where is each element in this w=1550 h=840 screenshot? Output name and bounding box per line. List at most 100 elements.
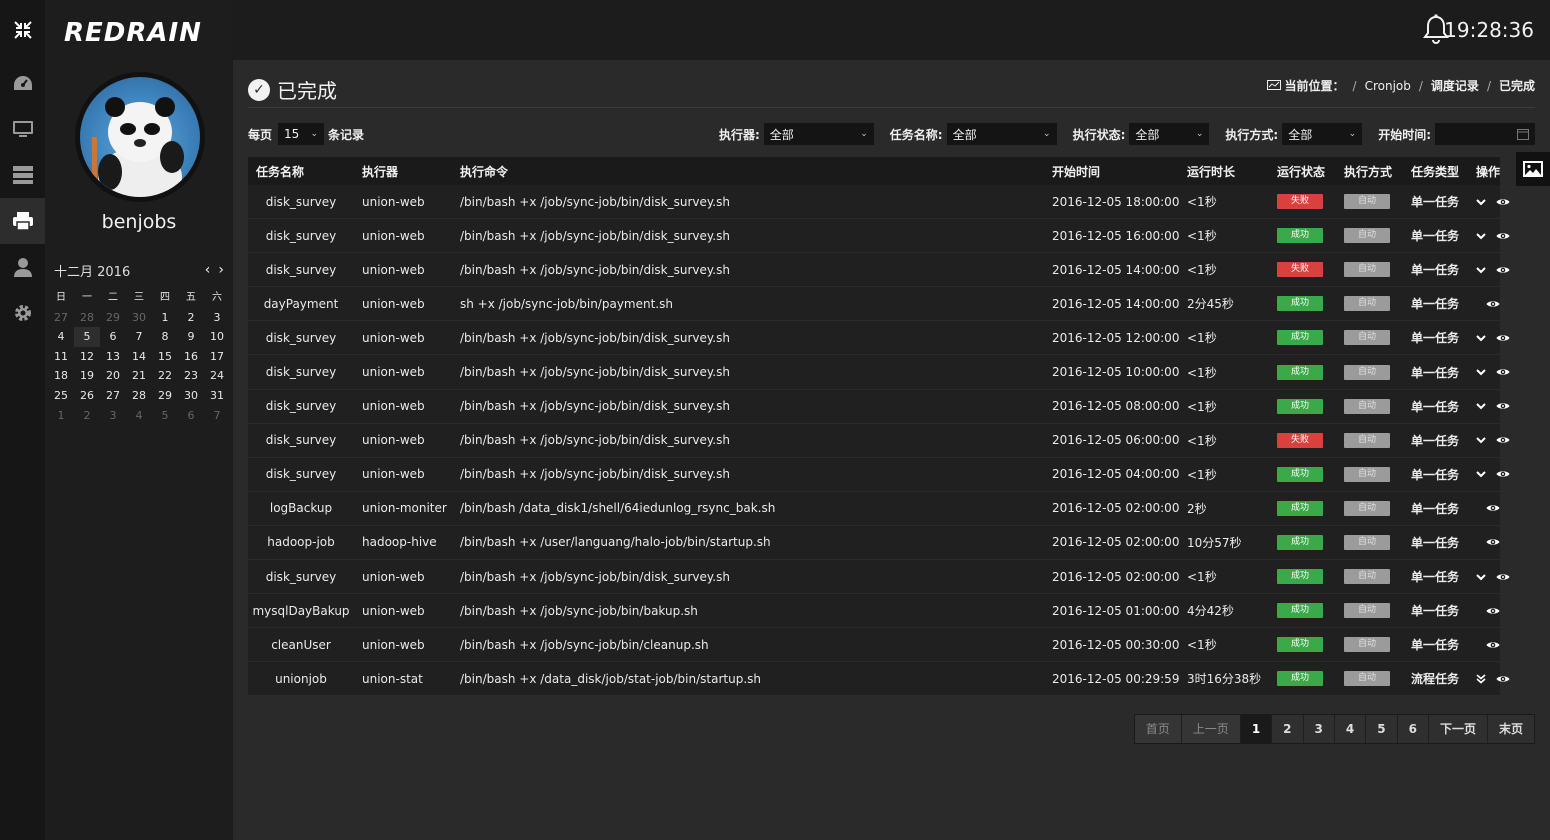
expand-chevron-icon[interactable] bbox=[1476, 232, 1486, 240]
eye-icon[interactable] bbox=[1496, 265, 1510, 275]
calendar-next-icon[interactable]: › bbox=[218, 262, 224, 278]
last-page-button[interactable]: 末页 bbox=[1487, 715, 1534, 743]
calendar-day[interactable]: 4 bbox=[126, 406, 152, 426]
monitor-icon[interactable] bbox=[0, 106, 45, 152]
calendar-day[interactable]: 28 bbox=[126, 386, 152, 406]
page-4-button[interactable]: 4 bbox=[1334, 715, 1367, 743]
calendar-day[interactable]: 19 bbox=[74, 366, 100, 386]
expand-chevron-icon[interactable] bbox=[1476, 573, 1486, 581]
calendar-day[interactable]: 29 bbox=[152, 386, 178, 406]
expand-double-chevron-icon[interactable] bbox=[1476, 674, 1486, 684]
calendar-day[interactable]: 7 bbox=[126, 327, 152, 347]
collapse-menu-icon[interactable] bbox=[0, 0, 45, 60]
calendar-day[interactable]: 1 bbox=[152, 308, 178, 328]
page-6-button[interactable]: 6 bbox=[1397, 715, 1429, 743]
mode-select[interactable]: 全部 ⌄ bbox=[1282, 123, 1363, 145]
status-select[interactable]: 全部 ⌄ bbox=[1129, 123, 1210, 145]
breadcrumb-item-records[interactable]: 调度记录 bbox=[1431, 77, 1479, 94]
eye-icon[interactable] bbox=[1496, 231, 1510, 241]
duration: <1秒 bbox=[1187, 229, 1217, 244]
start-time-input[interactable] bbox=[1435, 123, 1535, 145]
expand-chevron-icon[interactable] bbox=[1476, 198, 1486, 206]
expand-chevron-icon[interactable] bbox=[1476, 334, 1486, 342]
avatar[interactable] bbox=[75, 72, 205, 202]
eye-icon[interactable] bbox=[1496, 469, 1510, 479]
calendar-day[interactable]: 27 bbox=[100, 386, 126, 406]
calendar-day[interactable]: 17 bbox=[204, 347, 230, 367]
expand-chevron-icon[interactable] bbox=[1476, 470, 1486, 478]
job-name-select[interactable]: 全部 ⌄ bbox=[946, 123, 1057, 145]
eye-icon[interactable] bbox=[1486, 640, 1500, 650]
eye-icon[interactable] bbox=[1496, 435, 1510, 445]
calendar-day[interactable]: 1 bbox=[48, 406, 74, 426]
calendar-day[interactable]: 23 bbox=[178, 366, 204, 386]
expand-chevron-icon[interactable] bbox=[1476, 266, 1486, 274]
calendar-day[interactable]: 26 bbox=[74, 386, 100, 406]
filter-bar: 每页 15 ⌄ 条记录 执行器: 全部 ⌄ 任务名称: 全部 ⌄ 执行状态: 全部 ⌄ … bbox=[248, 123, 1535, 145]
job-type: 单一任务 bbox=[1411, 399, 1460, 414]
user-icon[interactable] bbox=[0, 244, 45, 290]
calendar-day[interactable]: 5 bbox=[152, 406, 178, 426]
calendar-day[interactable]: 20 bbox=[100, 366, 126, 386]
server-icon[interactable] bbox=[0, 152, 45, 198]
page-1-button[interactable]: 1 bbox=[1240, 715, 1273, 743]
calendar-day[interactable]: 29 bbox=[100, 308, 126, 328]
calendar-day[interactable]: 30 bbox=[126, 308, 152, 328]
calendar-day[interactable]: 8 bbox=[152, 327, 178, 347]
calendar-day[interactable]: 7 bbox=[204, 406, 230, 426]
eye-icon[interactable] bbox=[1496, 367, 1510, 377]
calendar-day[interactable]: 31 bbox=[204, 386, 230, 406]
calendar-day[interactable]: 9 bbox=[178, 327, 204, 347]
next-page-button[interactable]: 下一页 bbox=[1428, 715, 1488, 743]
calendar-day[interactable]: 3 bbox=[100, 406, 126, 426]
eye-icon[interactable] bbox=[1486, 606, 1500, 616]
calendar-day[interactable]: 15 bbox=[152, 347, 178, 367]
calendar-day[interactable]: 6 bbox=[178, 406, 204, 426]
calendar-day[interactable]: 25 bbox=[48, 386, 74, 406]
dashboard-icon[interactable] bbox=[0, 60, 45, 106]
calendar-day[interactable]: 27 bbox=[48, 308, 74, 328]
calendar-day[interactable]: 14 bbox=[126, 347, 152, 367]
calendar-day[interactable]: 5 bbox=[74, 327, 100, 347]
calendar-day[interactable]: 18 bbox=[48, 366, 74, 386]
eye-icon[interactable] bbox=[1496, 401, 1510, 411]
eye-icon[interactable] bbox=[1486, 299, 1500, 309]
calendar-day[interactable]: 13 bbox=[100, 347, 126, 367]
expand-chevron-icon[interactable] bbox=[1476, 368, 1486, 376]
calendar-day[interactable]: 6 bbox=[100, 327, 126, 347]
eye-icon[interactable] bbox=[1496, 674, 1510, 684]
page-3-button[interactable]: 3 bbox=[1303, 715, 1335, 743]
eye-icon[interactable] bbox=[1496, 333, 1510, 343]
per-page-select[interactable]: 15 ⌄ bbox=[278, 123, 325, 145]
page-5-button[interactable]: 5 bbox=[1366, 715, 1398, 743]
calendar-day[interactable]: 2 bbox=[178, 308, 204, 328]
calendar-day[interactable]: 2 bbox=[74, 406, 100, 426]
calendar-day[interactable]: 22 bbox=[152, 366, 178, 386]
calendar-day[interactable]: 30 bbox=[178, 386, 204, 406]
gear-icon[interactable] bbox=[0, 290, 45, 336]
calendar-day[interactable]: 4 bbox=[48, 327, 74, 347]
executor-select[interactable]: 全部 ⌄ bbox=[763, 123, 874, 145]
col-mode: 执行方式 bbox=[1344, 164, 1393, 179]
eye-icon[interactable] bbox=[1486, 503, 1500, 513]
expand-chevron-icon[interactable] bbox=[1476, 436, 1486, 444]
calendar-day[interactable]: 11 bbox=[48, 347, 74, 367]
first-page-button[interactable]: 首页 bbox=[1134, 715, 1182, 743]
eye-icon[interactable] bbox=[1496, 572, 1510, 582]
calendar-day[interactable]: 12 bbox=[74, 347, 100, 367]
calendar-day[interactable]: 10 bbox=[204, 327, 230, 347]
image-icon[interactable] bbox=[1516, 152, 1550, 186]
calendar-day[interactable]: 24 bbox=[204, 366, 230, 386]
calendar-day[interactable]: 21 bbox=[126, 366, 152, 386]
breadcrumb-item-cronjob[interactable]: Cronjob bbox=[1365, 79, 1411, 93]
prev-page-button[interactable]: 上一页 bbox=[1181, 715, 1241, 743]
eye-icon[interactable] bbox=[1486, 537, 1500, 547]
printer-icon[interactable] bbox=[0, 198, 45, 244]
page-2-button[interactable]: 2 bbox=[1272, 715, 1304, 743]
calendar-day[interactable]: 16 bbox=[178, 347, 204, 367]
eye-icon[interactable] bbox=[1496, 197, 1510, 207]
expand-chevron-icon[interactable] bbox=[1476, 402, 1486, 410]
calendar-day[interactable]: 28 bbox=[74, 308, 100, 328]
calendar-day[interactable]: 3 bbox=[204, 308, 230, 328]
calendar-prev-icon[interactable]: ‹ bbox=[205, 262, 211, 278]
